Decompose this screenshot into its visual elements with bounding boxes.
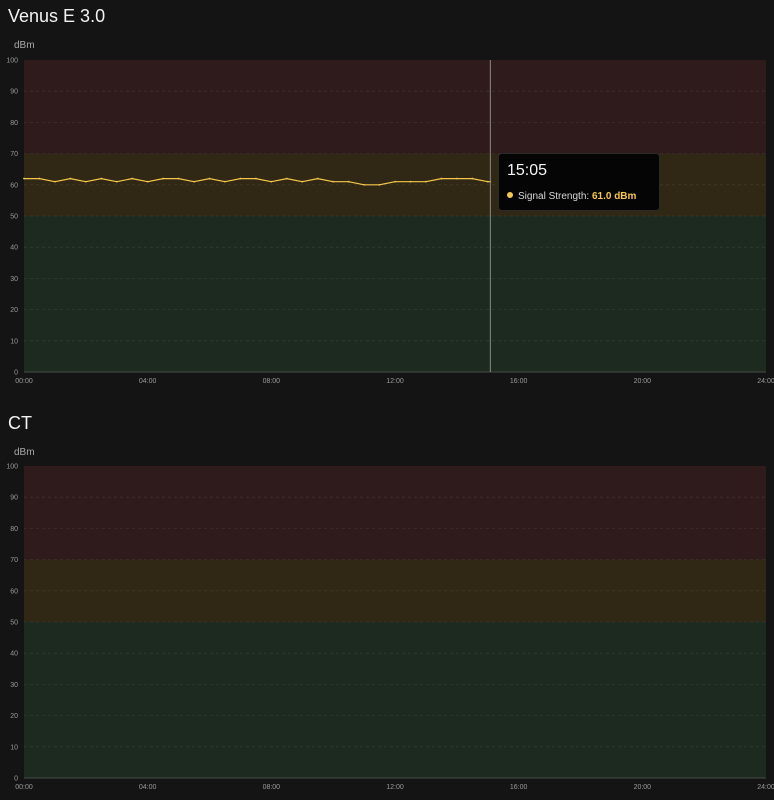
tooltip-row: Signal Strength: 61.0 dBm <box>507 191 636 202</box>
x-tick-label: 08:00 <box>263 784 281 791</box>
data-point <box>270 180 273 183</box>
y-tick-label: 70 <box>10 557 18 564</box>
y-tick-label: 20 <box>10 713 18 720</box>
data-point <box>69 177 72 180</box>
signal-chart-ct[interactable]: 0 10 20 30 40 50 60 70 80 90 100 00:00 04:00 08:00 12:… <box>0 407 774 800</box>
data-point <box>301 180 304 183</box>
data-point <box>378 183 381 186</box>
data-point <box>193 180 195 183</box>
data-point <box>285 177 288 180</box>
data-point <box>332 180 335 183</box>
x-tick-label: 00:00 <box>15 378 33 385</box>
y-tick-label: 70 <box>10 151 18 158</box>
y-tick-label: 80 <box>10 120 18 127</box>
x-tick-label: 16:00 <box>510 784 528 791</box>
data-point <box>440 177 443 180</box>
tooltip-time: 15:05 <box>507 162 548 179</box>
x-tick-label: 20:00 <box>634 378 652 385</box>
y-tick-label: 60 <box>10 182 18 189</box>
x-tick-label: 00:00 <box>15 784 33 791</box>
data-point <box>363 183 365 186</box>
data-point <box>409 180 412 183</box>
y-tick-label: 100 <box>6 58 18 65</box>
data-point <box>486 180 489 183</box>
data-point <box>208 177 211 180</box>
x-tick-label: 24:00 <box>757 378 774 385</box>
data-point <box>162 177 165 180</box>
y-tick-label: 50 <box>10 620 18 627</box>
data-point <box>254 177 257 180</box>
x-tick-label: 16:00 <box>510 378 528 385</box>
zone-red <box>24 466 766 560</box>
y-tick-label: 0 <box>14 776 18 783</box>
x-tick-label: 04:00 <box>139 378 157 385</box>
data-point <box>394 180 396 183</box>
x-tick-label: 04:00 <box>139 784 157 791</box>
y-tick-label: 100 <box>6 464 18 471</box>
y-tick-label: 90 <box>10 495 18 502</box>
data-point <box>347 180 350 183</box>
x-tick-label: 24:00 <box>757 784 774 791</box>
y-tick-label: 10 <box>10 744 18 751</box>
y-tick-label: 30 <box>10 276 18 283</box>
data-point <box>425 180 427 183</box>
zone-green <box>24 622 766 778</box>
data-point <box>131 177 134 180</box>
data-point <box>177 177 180 180</box>
data-point <box>146 180 149 183</box>
y-tick-label: 40 <box>10 651 18 658</box>
x-tick-label: 20:00 <box>634 784 652 791</box>
data-point <box>54 180 56 183</box>
data-point <box>224 180 226 183</box>
y-tick-label: 60 <box>10 588 18 595</box>
data-point <box>455 177 458 180</box>
data-point <box>239 177 242 180</box>
data-point <box>115 180 118 183</box>
y-tick-label: 0 <box>14 370 18 377</box>
y-tick-label: 90 <box>10 89 18 96</box>
panel-ct: CT dBm 0 10 20 30 40 50 60 70 80 90 100 00:00 04:00 0… <box>0 407 774 800</box>
zone-green <box>24 216 766 372</box>
x-tick-label: 12:00 <box>386 378 404 385</box>
y-tick-label: 80 <box>10 526 18 533</box>
data-point <box>84 180 87 183</box>
y-tick-label: 30 <box>10 682 18 689</box>
y-tick-label: 40 <box>10 245 18 252</box>
y-tick-label: 50 <box>10 214 18 221</box>
zone-red <box>24 60 766 154</box>
panel-venus: Venus E 3.0 dBm 0 10 20 30 40 50 60 70 80 90 100 00… <box>0 0 774 405</box>
data-point <box>316 177 319 180</box>
chart-tooltip: 15:05 Signal Strength: 61.0 dBm <box>498 153 660 211</box>
data-point <box>100 177 103 180</box>
series-dot-icon <box>507 192 513 198</box>
y-tick-label: 20 <box>10 307 18 314</box>
x-tick-label: 12:00 <box>386 784 404 791</box>
tooltip-value: 61.0 dBm <box>591 191 637 202</box>
tooltip-label: Signal Strength: <box>518 191 590 202</box>
data-point <box>471 177 474 180</box>
x-tick-label: 08:00 <box>263 378 281 385</box>
data-point <box>23 177 25 180</box>
data-point <box>38 177 41 180</box>
y-tick-label: 10 <box>10 338 18 345</box>
